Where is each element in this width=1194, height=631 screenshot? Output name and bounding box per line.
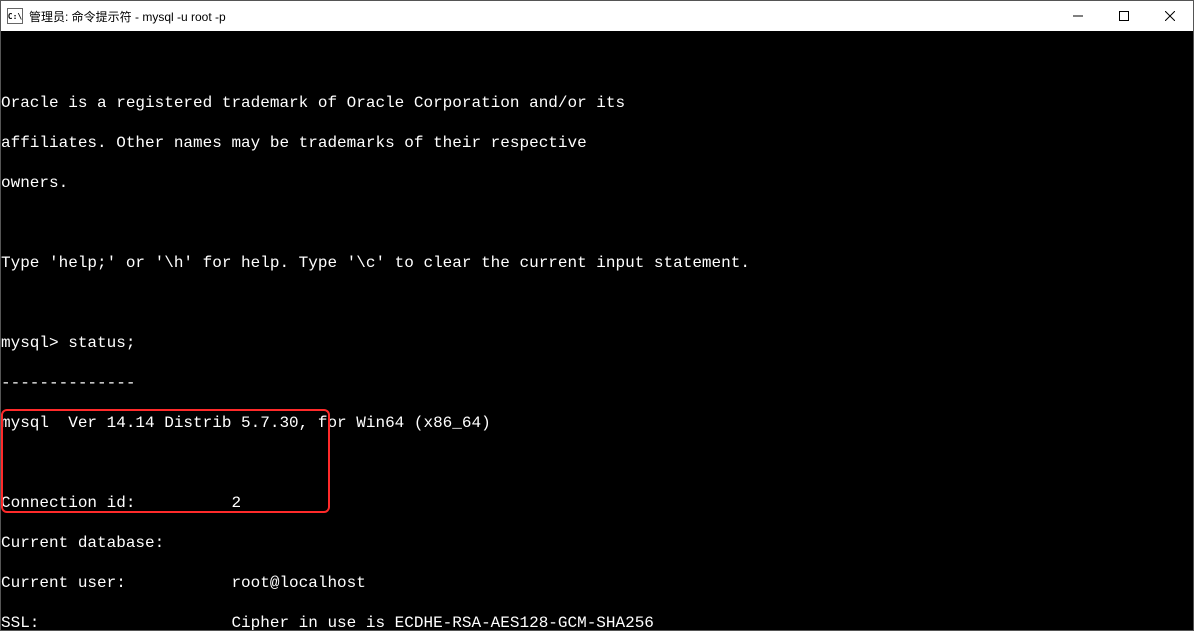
output-line	[1, 53, 1193, 73]
output-line	[1, 293, 1193, 313]
cmd-icon: C:\	[7, 8, 23, 24]
minimize-button[interactable]	[1055, 1, 1101, 31]
output-line: mysql Ver 14.14 Distrib 5.7.30, for Win6…	[1, 413, 1193, 433]
window-title: 管理员: 命令提示符 - mysql -u root -p	[29, 8, 226, 25]
output-line: Current user: root@localhost	[1, 573, 1193, 593]
output-line: Type 'help;' or '\h' for help. Type '\c'…	[1, 253, 1193, 273]
output-line: owners.	[1, 173, 1193, 193]
prompt-line: mysql> status;	[1, 333, 1193, 353]
terminal-output[interactable]: Oracle is a registered trademark of Orac…	[1, 31, 1193, 630]
window-controls	[1055, 1, 1193, 31]
output-line: --------------	[1, 373, 1193, 393]
close-button[interactable]	[1147, 1, 1193, 31]
output-line	[1, 453, 1193, 473]
window-frame: C:\ 管理员: 命令提示符 - mysql -u root -p Oracle…	[0, 0, 1194, 631]
output-line	[1, 213, 1193, 233]
maximize-button[interactable]	[1101, 1, 1147, 31]
titlebar[interactable]: C:\ 管理员: 命令提示符 - mysql -u root -p	[1, 1, 1193, 31]
output-line: Current database:	[1, 533, 1193, 553]
output-line: affiliates. Other names may be trademark…	[1, 133, 1193, 153]
output-line: SSL: Cipher in use is ECDHE-RSA-AES128-G…	[1, 613, 1193, 630]
output-line: Oracle is a registered trademark of Orac…	[1, 93, 1193, 113]
output-line: Connection id: 2	[1, 493, 1193, 513]
